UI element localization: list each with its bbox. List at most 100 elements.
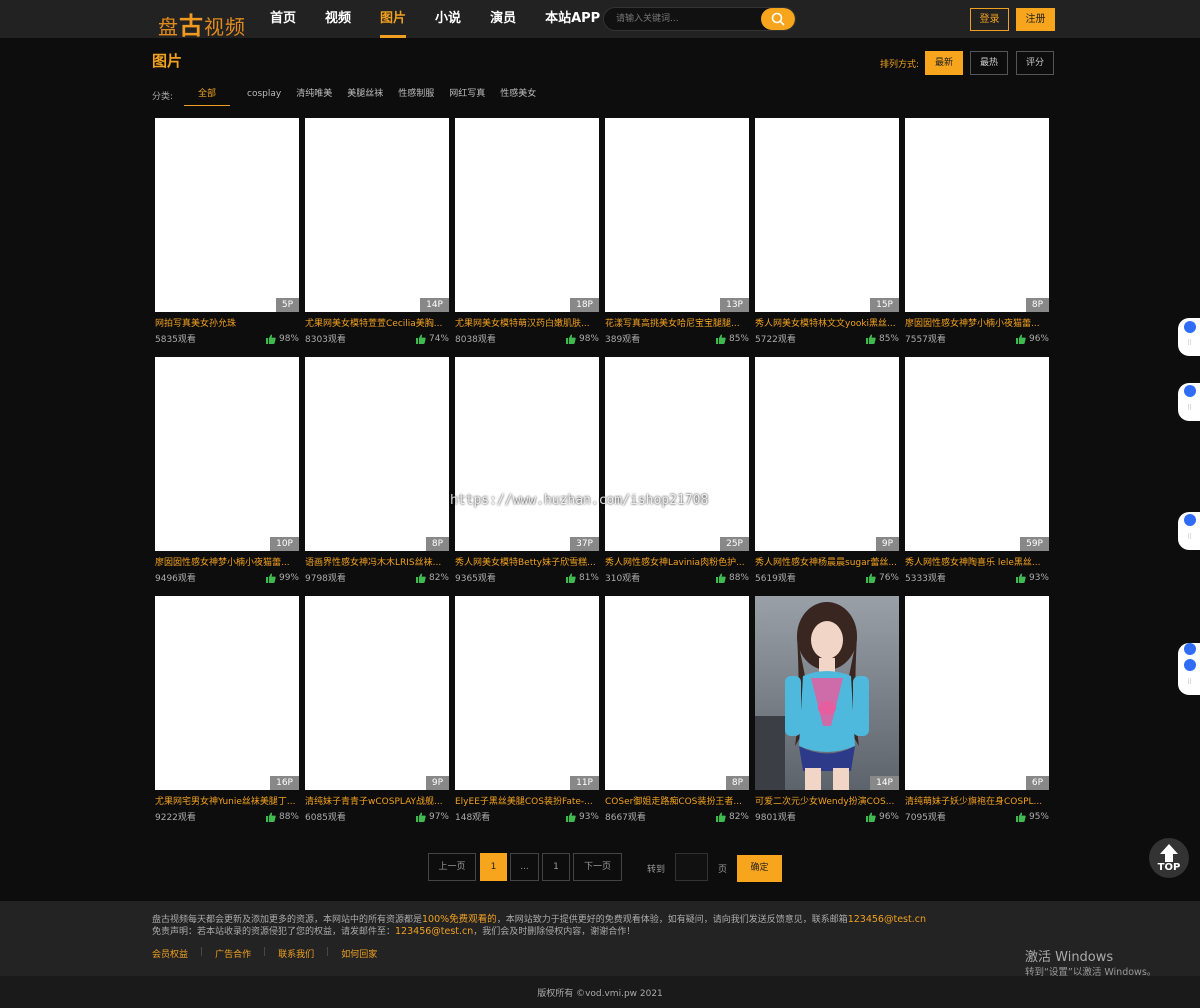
picture-card[interactable]: 6P 清纯萌妹子妖少旗袍在身COSPL... 7095观看 95% [905, 596, 1049, 823]
nav-pictures[interactable]: 图片 [380, 0, 407, 38]
category-beauty[interactable]: 性感美女 [493, 82, 543, 106]
picture-title-link[interactable]: 秀人网性感女神陶喜乐 lele黑丝... [905, 555, 1049, 568]
category-all[interactable]: 全部 [184, 82, 231, 106]
chat-bubble-icon [1184, 514, 1196, 526]
picture-card[interactable]: 9P 清纯妹子青青子wCOSPLAY战舰... 6085观看 97% [305, 596, 449, 823]
thumbnail-image[interactable]: 18P [455, 118, 599, 312]
site-logo[interactable]: 盘古视频 [158, 6, 246, 41]
picture-card[interactable]: 14P 可爱二次元少女Wendy扮演COS... 9801观看 96% [755, 596, 899, 823]
picture-card[interactable]: 59P 秀人网性感女神陶喜乐 lele黑丝... 5333观看 93% [905, 357, 1049, 584]
footer-link-home[interactable]: 如何回家 [341, 947, 377, 960]
nav-home[interactable]: 首页 [270, 0, 296, 38]
thumbnail-image[interactable]: 13P [605, 118, 749, 312]
back-to-top-button[interactable]: TOP [1149, 838, 1189, 878]
picture-card[interactable]: 25P 秀人网性感女神Lavinia肉粉色护... 310观看 88% [605, 357, 749, 584]
thumbnail-image[interactable]: 9P [755, 357, 899, 551]
thumbnail-image[interactable]: 11P [455, 596, 599, 790]
thumbnail-image[interactable]: 16P [155, 596, 299, 790]
picture-card[interactable]: 37P 秀人网美女模特Betty妹子欣雪糕... 9365观看 81% [455, 357, 599, 584]
view-count: 9801观看 [755, 813, 796, 823]
picture-title-link[interactable]: 秀人网美女模特林文文yooki黑丝... [755, 316, 899, 329]
thumbnail-image[interactable]: 14P [755, 596, 899, 790]
picture-title-link[interactable]: 廖囡囡性感女神梦小楠小夜猫蕾... [155, 555, 299, 568]
picture-card[interactable]: 13P 花漾写真高挑美女哈尼宝宝腿腿... 389观看 85% [605, 118, 749, 345]
nav-novels[interactable]: 小说 [435, 0, 461, 38]
thumbnail-image[interactable]: 8P [905, 118, 1049, 312]
next-page-button[interactable]: 下一页 [573, 853, 622, 881]
picture-title-link[interactable]: 语画界性感女神冯木木LRIS丝袜... [305, 555, 449, 568]
side-chat-widget[interactable]: ⠿ [1178, 383, 1200, 421]
nav-app[interactable]: 本站APP [545, 0, 600, 38]
picture-card[interactable]: 15P 秀人网美女模特林文文yooki黑丝... 5722观看 85% [755, 118, 899, 346]
thumbnail-image[interactable]: 8P [605, 596, 749, 790]
picture-title-link[interactable]: 清纯妹子青青子wCOSPLAY战舰... [305, 794, 449, 807]
picture-card[interactable]: 5P 网拍写真美女孙允珠 5835观看 98% [155, 118, 299, 345]
cosplay-photo [755, 596, 899, 790]
thumbnail-image[interactable]: 5P [155, 118, 299, 312]
category-cosplay[interactable]: cosplay [240, 82, 288, 106]
rating-percent: 81% [578, 572, 599, 583]
thumbnail-image[interactable]: 6P [905, 596, 1049, 790]
nav-video[interactable]: 视频 [325, 0, 351, 38]
side-chat-widget[interactable]: ⠿ [1178, 643, 1200, 695]
thumbnail-image[interactable]: 8P [305, 357, 449, 551]
footer-divider: | [263, 947, 267, 957]
card-meta: 5722观看 85% [755, 332, 899, 346]
prev-page-button[interactable]: 上一页 [428, 853, 476, 881]
picture-title-link[interactable]: 尤果网美女模特萱萱Cecilia美胸... [305, 316, 449, 329]
footer-link-membership[interactable]: 会员权益 [152, 947, 188, 960]
thumbnail-image[interactable]: 9P [305, 596, 449, 790]
footer-disclaimer-email[interactable]: 123456@test.cn [395, 926, 473, 937]
nav-actors[interactable]: 演员 [490, 0, 516, 38]
page-1-button[interactable]: 1 [480, 853, 507, 881]
card-meta: 8667观看 82% [605, 810, 749, 824]
search-input[interactable] [604, 8, 764, 30]
side-chat-widget[interactable]: ⠿ [1178, 512, 1200, 550]
picture-title-link[interactable]: 秀人网美女模特Betty妹子欣雪糕... [455, 555, 599, 568]
goto-page-input[interactable] [675, 853, 708, 881]
picture-title-link[interactable]: 尤果网宅男女神Yunie丝袜美腿丁... [155, 794, 299, 807]
footer-link-contact[interactable]: 联系我们 [278, 947, 314, 960]
picture-title-link[interactable]: 可爱二次元少女Wendy扮演COS... [755, 794, 899, 807]
thumbnail-image[interactable]: 37P [455, 357, 599, 551]
picture-card[interactable]: 8P 语画界性感女神冯木木LRIS丝袜... 9798观看 82% [305, 357, 449, 584]
picture-title-link[interactable]: 秀人网性感女神Lavinia肉粉色护... [605, 555, 749, 568]
thumbnail-image[interactable]: 59P [905, 357, 1049, 551]
search-button[interactable] [761, 8, 795, 30]
picture-card[interactable]: 14P 尤果网美女模特萱萱Cecilia美胸... 8303观看 74% [305, 118, 449, 345]
thumbnail-image[interactable]: 10P [155, 357, 299, 551]
category-uniform[interactable]: 性感制服 [391, 82, 441, 106]
picture-card[interactable]: 11P ElyEE子黑丝美腿COS装扮Fate-... 148观看 93% [455, 596, 599, 823]
category-pure[interactable]: 清纯唯美 [289, 82, 339, 106]
page-last-button[interactable]: 1 [542, 853, 570, 881]
picture-title-link[interactable]: 廖囡囡性感女神梦小楠小夜猫蕾... [905, 316, 1049, 329]
picture-title-link[interactable]: 尤果网美女模特萌汉药白嫩肌肤... [455, 316, 599, 329]
picture-title-link[interactable]: 花漾写真高挑美女哈尼宝宝腿腿... [605, 316, 749, 329]
thumbnail-image[interactable]: 14P [305, 118, 449, 312]
side-chat-widget[interactable]: ⠿ [1178, 318, 1200, 356]
sort-newest-button[interactable]: 最新 [925, 51, 963, 75]
picture-card[interactable]: 10P 廖囡囡性感女神梦小楠小夜猫蕾... 9496观看 99% [155, 357, 299, 584]
footer-email-link[interactable]: 123456@test.cn [848, 914, 926, 925]
sort-hot-button[interactable]: 最热 [970, 51, 1008, 75]
picture-title-link[interactable]: 清纯萌妹子妖少旗袍在身COSPL... [905, 794, 1049, 807]
thumbnail-image[interactable]: 25P [605, 357, 749, 551]
register-button[interactable]: 注册 [1016, 8, 1055, 31]
picture-title-link[interactable]: 网拍写真美女孙允珠 [155, 316, 299, 329]
picture-card[interactable]: 9P 秀人网性感女神杨晨晨sugar蕾丝... 5619观看 76% [755, 357, 899, 584]
login-button[interactable]: 登录 [970, 8, 1009, 31]
footer-link-ads[interactable]: 广告合作 [215, 947, 251, 960]
picture-card[interactable]: 18P 尤果网美女模特萌汉药白嫩肌肤... 8038观看 98% [455, 118, 599, 345]
category-influencer[interactable]: 网红写真 [442, 82, 492, 106]
goto-confirm-button[interactable]: 确定 [737, 855, 782, 882]
picture-title-link[interactable]: 秀人网性感女神杨晨晨sugar蕾丝... [755, 555, 899, 568]
picture-title-link[interactable]: ElyEE子黑丝美腿COS装扮Fate-... [455, 794, 599, 807]
picture-card[interactable]: 16P 尤果网宅男女神Yunie丝袜美腿丁... 9222观看 88% [155, 596, 299, 823]
sort-rating-button[interactable]: 评分 [1016, 51, 1054, 75]
rating: 88% [715, 571, 749, 584]
picture-card[interactable]: 8P COSer御姐走路痴COS装扮王者... 8667观看 82% [605, 596, 749, 824]
category-legs[interactable]: 美腿丝袜 [340, 82, 390, 106]
thumbnail-image[interactable]: 15P [755, 118, 899, 312]
picture-title-link[interactable]: COSer御姐走路痴COS装扮王者... [605, 794, 749, 807]
picture-card[interactable]: 8P 廖囡囡性感女神梦小楠小夜猫蕾... 7557观看 96% [905, 118, 1049, 345]
